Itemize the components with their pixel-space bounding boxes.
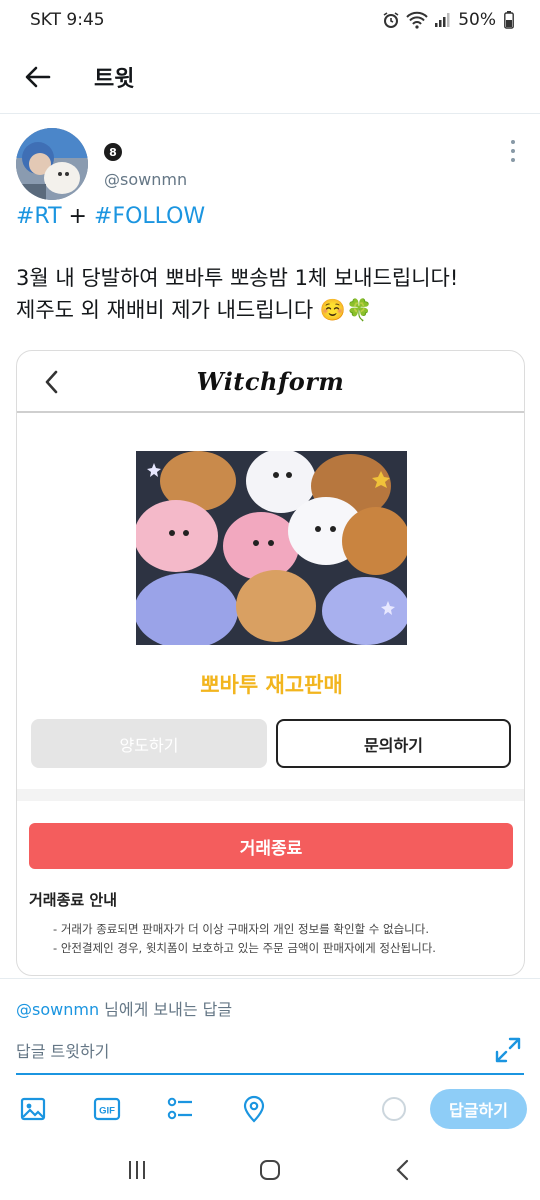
hashtag-follow[interactable]: #FOLLOW xyxy=(94,204,205,229)
location-pin-icon xyxy=(243,1095,265,1123)
status-bar: SKT 9:45 50% xyxy=(0,0,540,40)
product-title: 뽀바투 재고판매 xyxy=(200,673,343,697)
dot-icon xyxy=(511,140,515,144)
chevron-left-icon xyxy=(45,370,58,394)
system-nav-bar xyxy=(0,1140,540,1200)
hashtag-separator: + xyxy=(61,204,94,229)
location-button[interactable] xyxy=(239,1094,269,1124)
arrow-left-icon xyxy=(25,66,51,87)
section-divider xyxy=(17,789,524,801)
recent-apps-button[interactable] xyxy=(117,1150,157,1190)
product-photo xyxy=(136,451,407,645)
status-right: 50% xyxy=(382,10,514,30)
dot-icon xyxy=(511,149,515,153)
chevron-left-icon xyxy=(396,1159,409,1181)
reply-divider xyxy=(0,978,540,979)
more-options-button[interactable] xyxy=(506,140,520,162)
expand-icon xyxy=(495,1037,521,1063)
reply-submit-button[interactable]: 답글하기 xyxy=(430,1089,527,1129)
notice-item: 안전결제인 경우, 윗치폼이 보호하고 있는 주문 금액이 판매자에게 정산됩니… xyxy=(53,939,513,958)
back-button[interactable] xyxy=(18,57,58,97)
card-back-button[interactable] xyxy=(37,367,67,397)
status-icons xyxy=(382,11,450,29)
battery-level: 50% xyxy=(458,10,496,30)
deal-closed-button[interactable]: 거래종료 xyxy=(29,823,513,869)
wifi-icon xyxy=(406,11,428,29)
page-title: 트윗 xyxy=(94,66,135,92)
notice-list: 거래가 종료되면 판매자가 더 이상 구매자의 개인 정보를 확인할 수 없습니… xyxy=(53,920,513,958)
tweet-line-1: 3월 내 당발하여 뽀바투 뽀송밤 1체 보내드립니다! xyxy=(16,266,459,290)
signal-icon xyxy=(435,13,450,27)
expand-composer-button[interactable] xyxy=(494,1036,522,1064)
tweet-body: 3월 내 당발하여 뽀바투 뽀송밤 1체 보내드립니다! 제주도 외 재배비 제… xyxy=(16,262,526,326)
embedded-form-card[interactable]: Witchform 뽀바투 재고판매 양도하기 문의하기 거래종료 거래종료 안… xyxy=(16,350,525,976)
notice-item: 거래가 종료되면 판매자가 더 이상 구매자의 개인 정보를 확인할 수 없습니… xyxy=(53,920,513,939)
poll-button[interactable] xyxy=(165,1094,195,1124)
gif-button[interactable]: GIF xyxy=(92,1094,122,1124)
reply-input-underline xyxy=(16,1073,524,1075)
dot-icon xyxy=(511,158,515,162)
author-handle[interactable]: @sownmn xyxy=(104,170,187,189)
image-button[interactable] xyxy=(18,1094,48,1124)
card-header: Witchform xyxy=(17,351,524,413)
reply-to-suffix: 님에게 보내는 답글 xyxy=(99,1000,233,1019)
status-carrier-time: SKT 9:45 xyxy=(30,10,105,30)
inquiry-button[interactable]: 문의하기 xyxy=(276,719,511,768)
avatar[interactable] xyxy=(16,128,88,200)
brand-logo: Witchform xyxy=(196,366,345,396)
reply-to-label: @sownmn 님에게 보내는 답글 xyxy=(16,996,232,1020)
battery-icon xyxy=(504,11,514,29)
tweet-line-2: 제주도 외 재배비 제가 내드립니다 ☺️🍀 xyxy=(16,298,373,322)
notice-title: 거래종료 안내 xyxy=(29,891,118,909)
hashtag-rt[interactable]: #RT xyxy=(16,204,62,229)
gif-icon: GIF xyxy=(93,1097,121,1121)
character-counter xyxy=(382,1097,406,1121)
hashtag-line: #RT + #FOLLOW xyxy=(16,204,205,229)
reply-toolbar: GIF 답글하기 xyxy=(0,1086,540,1134)
plush-toys-image xyxy=(136,451,407,645)
system-back-button[interactable] xyxy=(383,1150,423,1190)
image-icon xyxy=(20,1097,46,1121)
recent-apps-icon xyxy=(128,1161,145,1179)
reply-input[interactable] xyxy=(16,1032,486,1070)
reply-mention[interactable]: @sownmn xyxy=(16,1000,99,1019)
transfer-button[interactable]: 양도하기 xyxy=(31,719,267,768)
svg-text:GIF: GIF xyxy=(99,1106,115,1117)
app-header: 트윗 xyxy=(0,40,540,114)
home-button[interactable] xyxy=(250,1150,290,1190)
poll-icon xyxy=(167,1097,192,1120)
author-badge: 8 xyxy=(104,143,122,161)
avatar-photo xyxy=(16,128,88,200)
home-icon xyxy=(259,1160,280,1180)
alarm-icon xyxy=(383,12,399,28)
